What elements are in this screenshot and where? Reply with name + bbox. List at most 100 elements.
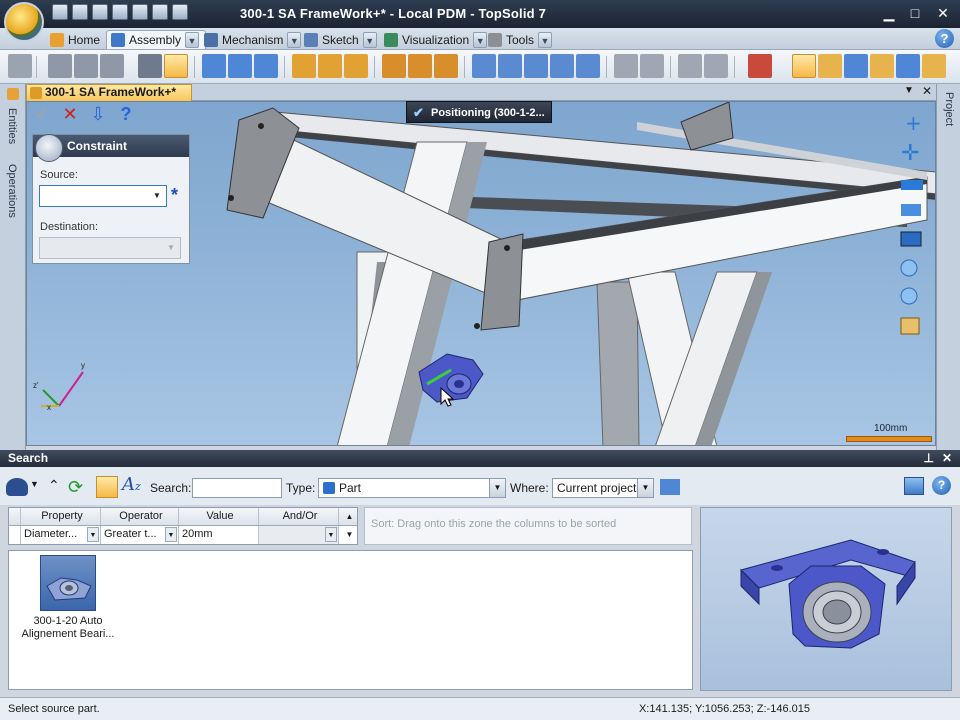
tool-icon[interactable] xyxy=(292,54,316,78)
tab-visualization[interactable]: Visualization ▼ xyxy=(380,30,493,49)
tool-icon[interactable] xyxy=(704,54,728,78)
row-selector-header xyxy=(9,508,21,525)
sort-alpha-icon[interactable]: Az xyxy=(122,474,141,495)
tool-icon[interactable] xyxy=(344,54,368,78)
hierarchy-icon[interactable] xyxy=(660,479,680,495)
tool-icon[interactable] xyxy=(922,54,946,78)
redo-icon[interactable] xyxy=(132,4,148,20)
tab-sketch[interactable]: Sketch ▼ xyxy=(300,30,383,49)
refresh-icon[interactable] xyxy=(172,4,188,20)
help-icon[interactable]: ? xyxy=(116,104,136,124)
help-icon[interactable]: ? xyxy=(932,476,951,495)
chevron-down-icon[interactable]: ▼ xyxy=(637,479,653,497)
tool-icon[interactable] xyxy=(792,54,816,78)
help-icon[interactable]: ? xyxy=(935,29,954,48)
tool-icon[interactable] xyxy=(100,54,124,78)
chevron-up-icon[interactable]: ▲ xyxy=(339,508,357,525)
result-item[interactable]: 300-1-20 Auto Alignement Beari... xyxy=(15,555,121,641)
app-menu-button[interactable] xyxy=(4,2,44,42)
preview-icon[interactable] xyxy=(904,477,924,495)
source-combo[interactable]: ▼ xyxy=(39,185,167,207)
minimize-button[interactable]: ▁ xyxy=(878,4,900,22)
pin-icon[interactable]: ⊥ xyxy=(924,450,934,467)
grid-view-icon[interactable] xyxy=(96,476,118,498)
tool-icon[interactable] xyxy=(74,54,98,78)
tool-icon[interactable] xyxy=(138,54,162,78)
criteria-and-or-select[interactable]: ▼ xyxy=(259,526,339,544)
tab-tools[interactable]: Tools ▼ xyxy=(484,30,558,49)
pin-icon[interactable] xyxy=(7,88,19,100)
chevron-down-icon[interactable]: ▼ xyxy=(904,85,914,96)
search-input[interactable] xyxy=(192,478,282,498)
criteria-operator-select[interactable]: Greater t... ▼ xyxy=(101,526,179,544)
chevron-down-icon[interactable]: ▼ xyxy=(87,527,99,542)
chevron-down-icon[interactable]: ▼ xyxy=(185,32,200,48)
rail-tab-operations[interactable]: Operations xyxy=(6,164,18,218)
criteria-value-input[interactable]: 20mm xyxy=(179,526,259,544)
tool-icon[interactable] xyxy=(576,54,600,78)
pin-icon[interactable]: ⇩ xyxy=(88,104,108,124)
chevron-down-icon[interactable]: ▼ xyxy=(325,527,337,542)
refresh-icon[interactable]: ⟳ xyxy=(68,477,90,497)
positioning-banner[interactable]: ✔ Positioning (300-1-2... xyxy=(406,101,552,123)
tool-icon[interactable] xyxy=(8,54,32,78)
tool-icon[interactable] xyxy=(844,54,868,78)
rail-tab-entities[interactable]: Entities xyxy=(6,108,18,144)
maximize-button[interactable]: □ xyxy=(904,4,926,22)
tab-assembly[interactable]: Assembly ▼ xyxy=(106,30,207,49)
tool-icon[interactable] xyxy=(434,54,458,78)
tool-icon[interactable] xyxy=(748,54,772,78)
chevron-down-icon[interactable]: ▼ xyxy=(538,31,553,48)
ok-icon[interactable]: ✔ xyxy=(32,104,52,124)
print-icon[interactable] xyxy=(92,4,108,20)
type-combo[interactable]: Part ▼ xyxy=(318,478,506,498)
chevron-down-icon[interactable]: ▼ xyxy=(30,479,39,489)
chevron-down-icon[interactable]: ▼ xyxy=(339,526,357,544)
tool-icon[interactable] xyxy=(202,54,226,78)
tool-icon[interactable] xyxy=(640,54,664,78)
close-icon[interactable]: ✕ xyxy=(942,450,952,467)
tool-icon[interactable] xyxy=(382,54,406,78)
tool-icon[interactable] xyxy=(524,54,548,78)
cancel-icon[interactable]: ✕ xyxy=(60,104,80,124)
chevron-down-icon[interactable]: ▼ xyxy=(165,527,177,542)
pen-icon[interactable] xyxy=(152,4,168,20)
tool-icon[interactable] xyxy=(254,54,278,78)
sort-drop-zone[interactable]: Sort: Drag onto this zone the columns to… xyxy=(364,507,692,545)
tool-icon[interactable] xyxy=(48,54,72,78)
tab-mechanism[interactable]: Mechanism ▼ xyxy=(200,30,307,49)
tool-icon[interactable] xyxy=(678,54,702,78)
tab-home[interactable]: Home xyxy=(46,30,106,49)
chevron-down-icon[interactable]: ▼ xyxy=(150,188,164,204)
tool-icon[interactable] xyxy=(818,54,842,78)
tool-icon[interactable] xyxy=(614,54,638,78)
tool-icon[interactable] xyxy=(498,54,522,78)
collapse-icon[interactable]: ⌃ xyxy=(48,477,60,494)
document-tab[interactable]: 300-1 SA FrameWork+* xyxy=(26,84,192,101)
result-label: 300-1-20 Auto Alignement Beari... xyxy=(21,615,115,640)
part-preview xyxy=(700,507,952,691)
row-selector[interactable] xyxy=(9,526,21,544)
tool-icon[interactable] xyxy=(472,54,496,78)
chevron-down-icon[interactable]: ▼ xyxy=(362,31,377,48)
tool-icon[interactable] xyxy=(408,54,432,78)
where-combo[interactable]: Current project ▼ xyxy=(552,478,654,498)
criteria-property-select[interactable]: Diameter... ▼ xyxy=(21,526,101,544)
tool-icon[interactable] xyxy=(896,54,920,78)
rail-tab-project[interactable]: Project xyxy=(943,92,955,126)
close-icon[interactable]: ✕ xyxy=(922,84,932,98)
undo-icon[interactable] xyxy=(112,4,128,20)
tool-icon[interactable] xyxy=(870,54,894,78)
binoculars-icon[interactable] xyxy=(6,478,28,496)
close-button[interactable]: ✕ xyxy=(932,4,954,22)
check-icon: ✔ xyxy=(413,105,424,120)
tool-icon[interactable] xyxy=(318,54,342,78)
search-title: Search xyxy=(8,451,49,465)
chevron-down-icon[interactable]: ▼ xyxy=(489,479,505,497)
scale-label: 100mm xyxy=(874,423,908,434)
tool-icon[interactable] xyxy=(550,54,574,78)
save-all-icon[interactable] xyxy=(72,4,88,20)
save-icon[interactable] xyxy=(52,4,68,20)
constraint-tool-icon[interactable] xyxy=(164,54,188,78)
tool-icon[interactable] xyxy=(228,54,252,78)
